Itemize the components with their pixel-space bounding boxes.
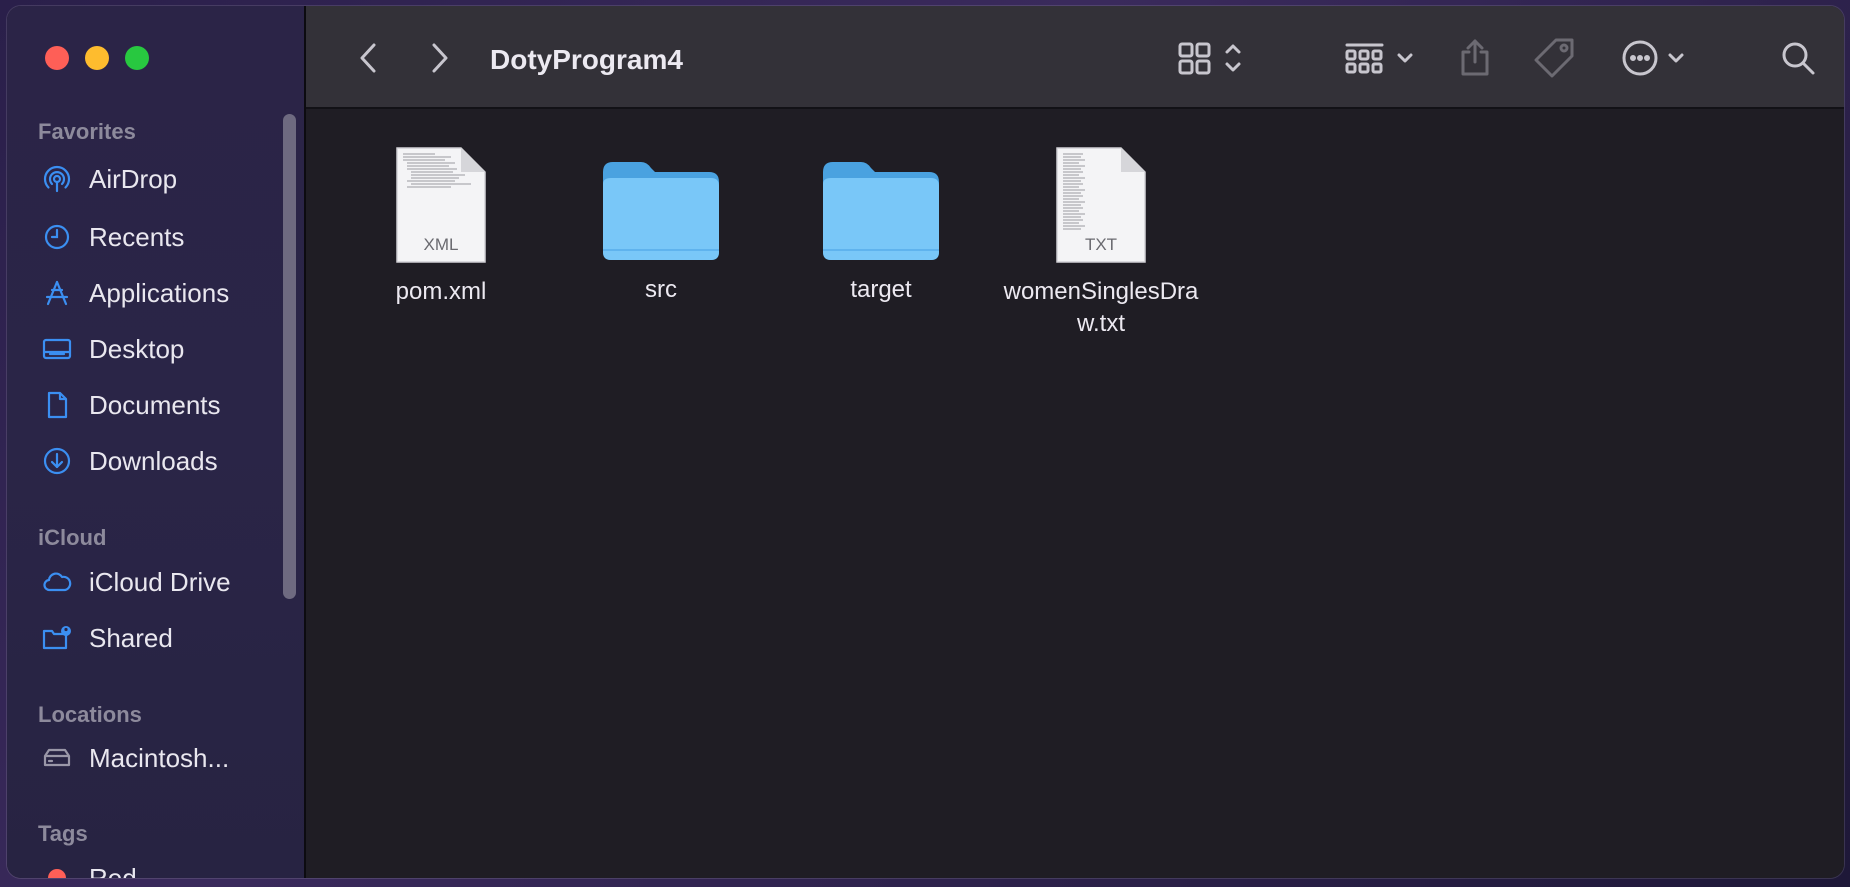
sidebar-item-label: Macintosh... xyxy=(89,742,230,773)
sidebar-item-label: Downloads xyxy=(89,445,218,476)
sidebar-item-label: Desktop xyxy=(89,333,185,364)
sidebar-item-label: iCloud Drive xyxy=(89,566,231,597)
clock-icon xyxy=(41,221,73,253)
more-actions-button[interactable] xyxy=(1620,38,1692,78)
sidebar-item-shared[interactable]: Shared xyxy=(41,618,281,658)
sidebar: Favorites AirDrop Recents Applications D… xyxy=(7,6,304,878)
file-name: src xyxy=(645,276,677,303)
file-item-target[interactable]: target xyxy=(776,146,986,306)
applications-icon xyxy=(41,277,73,309)
sidebar-item-tag-red[interactable]: Red xyxy=(41,858,281,878)
xml-file-icon: XML xyxy=(395,146,487,264)
sidebar-item-label: Applications xyxy=(89,277,230,308)
sidebar-item-applications[interactable]: Applications xyxy=(41,273,281,313)
search-icon xyxy=(1782,42,1815,75)
sidebar-item-desktop[interactable]: Desktop xyxy=(41,329,281,369)
disk-icon xyxy=(41,742,73,774)
chevron-left-icon xyxy=(360,43,376,73)
group-by-button[interactable] xyxy=(1344,38,1416,78)
sidebar-item-label: Recents xyxy=(89,221,185,252)
txt-file-icon: TXT xyxy=(1055,146,1147,264)
sidebar-scrollbar[interactable] xyxy=(283,114,296,599)
cloud-icon xyxy=(41,566,73,598)
desktop-icon xyxy=(41,333,73,365)
sidebar-item-label: Red xyxy=(89,862,137,879)
tag-icon xyxy=(1534,38,1574,78)
file-item-pom-xml[interactable]: XML pom.xml xyxy=(336,146,546,308)
file-name-line: w.txt xyxy=(1076,310,1125,337)
tag-dot-icon xyxy=(41,862,73,878)
forward-button[interactable] xyxy=(425,38,455,78)
minimize-button[interactable] xyxy=(85,46,109,70)
share-button[interactable] xyxy=(1457,38,1493,78)
file-name: pom.xml xyxy=(395,278,487,305)
sidebar-item-label: AirDrop xyxy=(89,163,178,194)
file-item-womensinglesdraw-txt[interactable]: TXT womenSinglesDra w.txt xyxy=(996,146,1206,340)
sidebar-item-recents[interactable]: Recents xyxy=(41,217,281,257)
svg-text:XML: XML xyxy=(424,235,459,254)
share-icon xyxy=(1461,39,1489,76)
file-browser: XML pom.xml src target TXT womenSinglesD… xyxy=(306,111,1844,878)
icon-view-grid-icon xyxy=(1178,42,1241,75)
sidebar-item-label: Documents xyxy=(89,389,221,420)
zoom-button[interactable] xyxy=(125,46,149,70)
chevron-right-icon xyxy=(432,43,448,73)
sidebar-section-icloud: iCloud xyxy=(38,525,107,550)
file-name: target xyxy=(850,276,912,303)
sidebar-item-airdrop[interactable]: AirDrop xyxy=(41,159,281,199)
sidebar-item-label: Shared xyxy=(89,622,173,653)
group-icon xyxy=(1345,43,1413,74)
svg-text:TXT: TXT xyxy=(1085,235,1117,254)
window-title: DotyProgram4 xyxy=(490,44,683,75)
file-name: womenSinglesDra w.txt xyxy=(996,276,1206,340)
sidebar-section-tags: Tags xyxy=(38,821,88,846)
ellipsis-circle-icon xyxy=(1622,40,1684,76)
finder-window: Favorites AirDrop Recents Applications D… xyxy=(7,6,1844,878)
sidebar-item-icloud-drive[interactable]: iCloud Drive xyxy=(41,562,281,602)
sidebar-section-favorites: Favorites xyxy=(38,119,136,144)
sidebar-item-downloads[interactable]: Downloads xyxy=(41,441,281,481)
close-button[interactable] xyxy=(45,46,69,70)
sidebar-item-macintosh-hd[interactable]: Macintosh... xyxy=(41,738,281,778)
file-name-line: womenSinglesDra xyxy=(1003,278,1199,305)
folder-icon xyxy=(601,158,721,262)
shared-folder-icon xyxy=(41,622,73,654)
search-button[interactable] xyxy=(1779,38,1817,78)
sidebar-section-locations: Locations xyxy=(38,702,142,727)
document-icon xyxy=(41,389,73,421)
file-item-src[interactable]: src xyxy=(556,146,766,306)
airdrop-icon xyxy=(41,163,73,195)
folder-icon xyxy=(821,158,941,262)
view-mode-button[interactable] xyxy=(1177,38,1247,78)
download-icon xyxy=(41,445,73,477)
tag-button[interactable] xyxy=(1532,38,1576,78)
back-button[interactable] xyxy=(353,38,383,78)
window-controls xyxy=(45,46,149,70)
sidebar-item-documents[interactable]: Documents xyxy=(41,385,281,425)
